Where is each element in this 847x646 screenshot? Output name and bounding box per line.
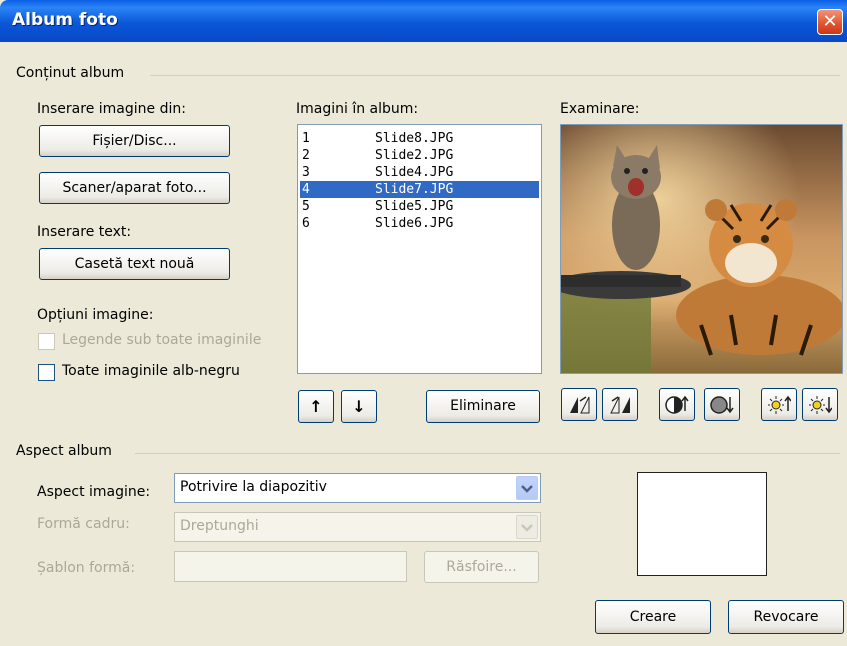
list-item-number: 1 <box>302 131 310 146</box>
black-white-checkbox[interactable] <box>38 364 55 381</box>
list-item[interactable]: 6 Slide6.JPG <box>300 215 539 232</box>
list-item-filename: Slide6.JPG <box>375 216 454 231</box>
content-group-label: Conținut album <box>16 65 125 81</box>
rotate-right-icon <box>610 396 630 414</box>
list-item-filename: Slide2.JPG <box>375 148 454 163</box>
images-list-label: Imagini în album: <box>296 101 419 117</box>
design-template-label: Șablon formă: <box>37 560 136 576</box>
list-item-number: 6 <box>302 216 310 231</box>
contrast-up-icon <box>665 395 689 414</box>
images-listbox[interactable]: 1 Slide8.JPG 2 Slide2.JPG 3 Slide4.JPG 4… <box>297 124 542 374</box>
contrast-down-button[interactable] <box>704 388 740 421</box>
brightness-down-icon <box>809 396 832 414</box>
list-item-number: 5 <box>302 199 310 214</box>
image-options-label: Opțiuni imagine: <box>37 307 154 323</box>
captions-checkbox[interactable] <box>38 333 55 350</box>
remove-button-label: Eliminare <box>450 398 516 414</box>
close-icon: ✕ <box>822 11 838 32</box>
list-item[interactable]: 2 Slide2.JPG <box>300 147 539 164</box>
chevron-down-glyph <box>521 485 533 493</box>
chevron-down-glyph <box>521 524 533 532</box>
list-item-number: 4 <box>302 182 310 197</box>
rotate-right-button[interactable] <box>602 388 638 421</box>
design-template-field[interactable] <box>174 551 407 582</box>
list-item-filename: Slide8.JPG <box>375 131 454 146</box>
arrow-down-icon: ↓ <box>352 397 366 416</box>
brightness-up-button[interactable] <box>761 388 797 421</box>
new-textbox-button-label: Casetă text nouă <box>74 256 195 272</box>
contrast-up-button[interactable] <box>659 388 695 421</box>
arrow-up-icon: ↑ <box>309 397 323 416</box>
list-item-selected[interactable]: 4 Slide7.JPG <box>300 181 539 198</box>
cancel-button[interactable]: Revocare <box>728 600 844 634</box>
frame-shape-label: Formă cadru: <box>37 516 130 532</box>
close-button[interactable]: ✕ <box>817 9 843 35</box>
browse-button-label: Răsfoire... <box>446 559 517 575</box>
content-group-divider <box>150 75 840 76</box>
create-button[interactable]: Creare <box>595 600 711 634</box>
frame-shape-select[interactable]: Dreptunghi <box>174 512 541 542</box>
file-disk-button[interactable]: Fișier/Disc... <box>39 125 230 157</box>
chevron-down-icon[interactable] <box>516 515 538 539</box>
title-bar[interactable]: Album foto ✕ <box>0 0 847 42</box>
album-foto-dialog: Album foto ✕ Conținut album Inserare ima… <box>0 0 847 646</box>
picture-layout-value: Potrivire la diapozitiv <box>180 479 327 495</box>
picture-layout-label: Aspect imagine: <box>37 484 151 500</box>
black-white-checkbox-label: Toate imaginile alb-negru <box>62 363 240 379</box>
insert-text-label: Inserare text: <box>37 224 132 240</box>
layout-group-divider <box>135 453 840 454</box>
picture-layout-select[interactable]: Potrivire la diapozitiv <box>174 473 541 503</box>
move-down-button[interactable]: ↓ <box>341 390 377 423</box>
rotate-left-icon <box>570 396 590 414</box>
brightness-down-button[interactable] <box>802 388 838 421</box>
chevron-down-icon[interactable] <box>516 476 538 500</box>
list-item-filename: Slide4.JPG <box>375 165 454 180</box>
scanner-camera-button[interactable]: Scaner/aparat foto... <box>39 172 230 204</box>
contrast-down-icon <box>710 396 734 414</box>
layout-group-label: Aspect album <box>16 443 112 459</box>
list-item-filename: Slide5.JPG <box>375 199 454 214</box>
layout-preview-box <box>637 472 767 576</box>
remove-button[interactable]: Eliminare <box>426 390 540 423</box>
list-item-filename: Slide7.JPG <box>375 182 454 197</box>
create-button-label: Creare <box>629 609 677 625</box>
browse-button[interactable]: Răsfoire... <box>424 551 539 583</box>
file-disk-button-label: Fișier/Disc... <box>92 133 177 149</box>
scanner-camera-button-label: Scaner/aparat foto... <box>62 180 207 196</box>
frame-shape-value: Dreptunghi <box>180 518 259 534</box>
rotate-left-button[interactable] <box>561 388 597 421</box>
new-textbox-button[interactable]: Casetă text nouă <box>39 248 230 280</box>
brightness-up-icon <box>768 395 791 414</box>
list-item-number: 3 <box>302 165 310 180</box>
move-up-button[interactable]: ↑ <box>298 390 334 423</box>
window-title: Album foto <box>12 10 118 30</box>
list-item[interactable]: 1 Slide8.JPG <box>300 130 539 147</box>
kitten-tiger-photo <box>561 125 842 373</box>
insert-from-label: Inserare imagine din: <box>37 101 186 117</box>
list-item[interactable]: 5 Slide5.JPG <box>300 198 539 215</box>
list-item-number: 2 <box>302 148 310 163</box>
captions-checkbox-label: Legende sub toate imaginile <box>62 332 262 348</box>
preview-label: Examinare: <box>560 101 640 117</box>
preview-image <box>560 124 843 374</box>
list-item[interactable]: 3 Slide4.JPG <box>300 164 539 181</box>
cancel-button-label: Revocare <box>753 609 819 625</box>
